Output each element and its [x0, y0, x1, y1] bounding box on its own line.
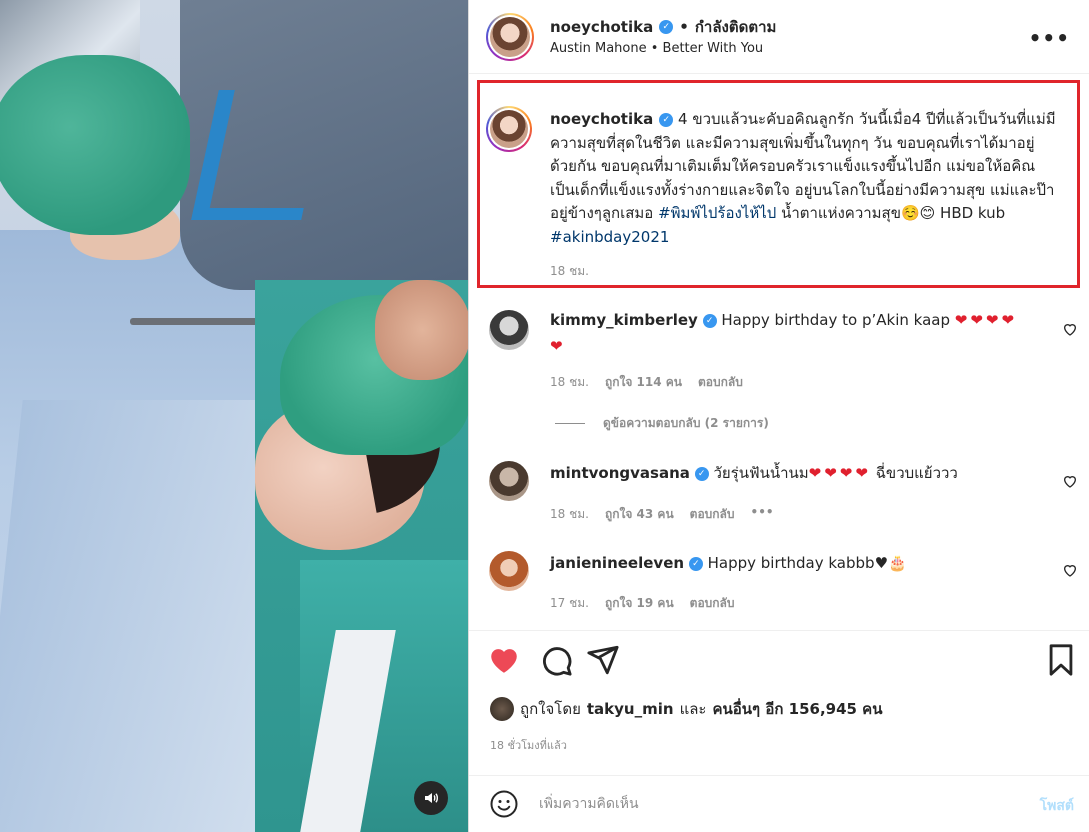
- instagram-post-modal: noeychotika ✓ • กำลังติดตาม Austin Mahon…: [0, 0, 1089, 832]
- verified-icon: ✓: [659, 112, 674, 127]
- music-link[interactable]: Austin Mahone • Better With You: [550, 41, 763, 56]
- comment-more-button[interactable]: •••: [751, 505, 774, 524]
- commenter-avatar[interactable]: [489, 461, 529, 501]
- comment-likes[interactable]: ถูกใจ 114 คน: [605, 373, 682, 392]
- comment-body: Happy birthday kabbb♥🎂: [707, 554, 907, 572]
- verified-icon: ✓: [694, 466, 709, 481]
- caption-avatar[interactable]: [486, 106, 532, 152]
- likes-prefix: ถูกใจโดย: [520, 700, 581, 718]
- comment-input[interactable]: [539, 793, 979, 815]
- author-avatar[interactable]: [486, 13, 534, 61]
- heart-outline-icon[interactable]: [1062, 321, 1078, 337]
- add-comment-bar: โพสต์: [469, 775, 1089, 832]
- commenter-avatar[interactable]: [489, 310, 529, 350]
- author-username[interactable]: noeychotika: [550, 18, 653, 36]
- comment-hearts: ❤❤❤❤: [808, 464, 871, 482]
- caption-body-2: น้ำตาแห่งความสุข☺️😊 HBD kub: [781, 204, 1006, 222]
- hashtag-link[interactable]: #พิมพ์ไปร้องไห้ไป: [658, 204, 776, 222]
- caption-time[interactable]: 18 ชม.: [550, 262, 589, 281]
- comment-time[interactable]: 18 ชม.: [550, 373, 589, 392]
- reply-button[interactable]: ตอบกลับ: [690, 594, 735, 613]
- bg-hand: [375, 280, 468, 380]
- comment-meta: 18 ชม. ถูกใจ 114 คน ตอบกลับ: [550, 373, 743, 392]
- avatar-image: [490, 17, 530, 57]
- caption-text: noeychotika ✓ 4 ขวบแล้วนะคับอคิณลูกรัก วั…: [550, 108, 1056, 249]
- more-options-button[interactable]: •••: [1029, 26, 1070, 50]
- liker-username[interactable]: takyu_min: [587, 700, 674, 718]
- header-title-row: noeychotika ✓ • กำลังติดตาม: [550, 15, 776, 39]
- post-video[interactable]: [0, 0, 468, 832]
- bookmark-icon[interactable]: [1044, 643, 1078, 677]
- following-button[interactable]: กำลังติดตาม: [695, 15, 777, 39]
- comment-likes[interactable]: ถูกใจ 43 คน: [605, 505, 674, 524]
- comment-icon[interactable]: [539, 643, 573, 677]
- comment-body-2: ฉี่ขวบแย้ววว: [875, 464, 958, 482]
- heart-filled-icon[interactable]: [487, 643, 521, 677]
- liker-avatar[interactable]: [490, 697, 514, 721]
- likes-and: และ: [679, 700, 707, 718]
- post-timestamp[interactable]: 18 ชั่วโมงที่แล้ว: [490, 736, 567, 754]
- caption-username[interactable]: noeychotika: [550, 110, 653, 128]
- comment-time[interactable]: 17 ชม.: [550, 594, 589, 613]
- comment-time[interactable]: 18 ชม.: [550, 505, 589, 524]
- emoji-icon[interactable]: [489, 789, 519, 819]
- comment-text: janienineeleven ✓ Happy birthday kabbb♥🎂: [550, 550, 1030, 576]
- header-separator: •: [679, 18, 689, 36]
- verified-icon: ✓: [659, 20, 674, 34]
- post-panel: noeychotika ✓ • กำลังติดตาม Austin Mahon…: [468, 0, 1089, 832]
- bg-cap-a: [0, 55, 190, 235]
- commenter-username[interactable]: mintvongvasana: [550, 464, 690, 482]
- heart-outline-icon[interactable]: [1062, 562, 1078, 578]
- comment-body: วัยรุ่นฟันน้ำนม: [713, 464, 809, 482]
- reply-button[interactable]: ตอบกลับ: [698, 373, 743, 392]
- commenter-username[interactable]: kimmy_kimberley: [550, 311, 698, 329]
- reply-button[interactable]: ตอบกลับ: [690, 505, 735, 524]
- view-replies-button[interactable]: ดูข้อความตอบกลับ (2 รายการ): [555, 414, 769, 433]
- replies-line: [555, 423, 585, 424]
- comment-text: mintvongvasana ✓ วัยรุ่นฟันน้ำนม❤❤❤❤ ฉี่…: [550, 460, 1030, 486]
- likes-others[interactable]: คนอื่นๆ อีก 156,945 คน: [712, 697, 882, 721]
- commenter-username[interactable]: janienineeleven: [550, 554, 684, 572]
- comment-body: Happy birthday to p’Akin kaap: [721, 311, 950, 329]
- post-header: noeychotika ✓ • กำลังติดตาม Austin Mahon…: [469, 0, 1089, 74]
- comment-meta: 17 ชม. ถูกใจ 19 คน ตอบกลับ: [550, 594, 735, 613]
- avatar-image: [490, 110, 528, 148]
- view-replies-label: ดูข้อความตอบกลับ (2 รายการ): [603, 416, 769, 430]
- post-comment-button[interactable]: โพสต์: [1040, 795, 1074, 817]
- audio-toggle-button[interactable]: [414, 781, 448, 815]
- comment-meta: 18 ชม. ถูกใจ 43 คน ตอบกลับ •••: [550, 505, 774, 524]
- commenter-avatar[interactable]: [489, 551, 529, 591]
- post-actions: [469, 630, 1089, 686]
- comment-text: kimmy_kimberley ✓ Happy birthday to p’Ak…: [550, 307, 1030, 359]
- speaker-icon: [425, 793, 438, 803]
- likes-summary: ถูกใจโดย takyu_min และ คนอื่นๆ อีก 156,9…: [490, 697, 882, 721]
- heart-outline-icon[interactable]: [1062, 473, 1078, 489]
- verified-icon: ✓: [688, 556, 703, 571]
- verified-icon: ✓: [702, 313, 717, 328]
- comment-likes[interactable]: ถูกใจ 19 คน: [605, 594, 674, 613]
- share-icon[interactable]: [586, 643, 620, 677]
- hashtag-link[interactable]: #akinbday2021: [550, 228, 669, 246]
